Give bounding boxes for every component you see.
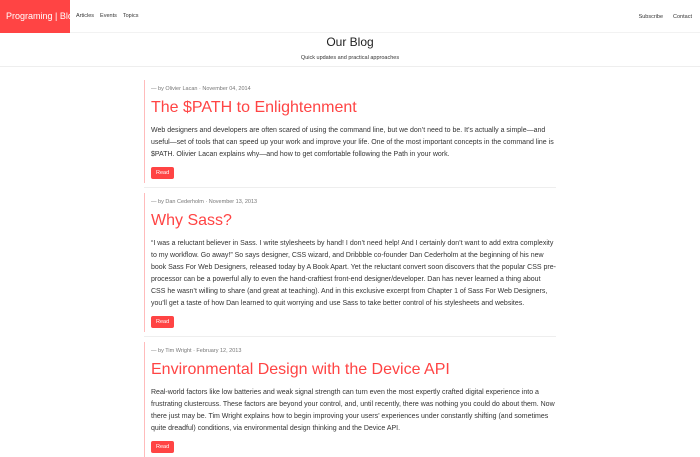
post-title[interactable]: Environmental Design with the Device API [151,361,556,379]
post-meta: — by Olivier Lacan · November 04, 2014 [151,86,251,92]
nav-articles[interactable]: Articles [76,13,94,19]
post-title[interactable]: The $PATH to Enlightenment [151,99,556,117]
page-header: Our Blog Quick updates and practical app… [0,33,700,67]
read-button[interactable]: Read [151,316,175,328]
brand-logo[interactable]: Programing | Blog [0,0,78,33]
post-item: — by Dan Cederholm · November 13, 2013 W… [144,187,556,332]
nav-subscribe[interactable]: Subscribe [639,14,663,20]
navbar: Programing | Blog Articles Events Topics… [0,0,700,33]
post-excerpt: Real-world factors like low batteries an… [151,389,555,432]
read-button[interactable]: Read [151,441,175,453]
nav-topics[interactable]: Topics [123,13,139,19]
page-subtitle: Quick updates and practical approaches [300,55,400,61]
nav-contact[interactable]: Contact [673,14,692,20]
post-excerpt: “I was a reluctant believer in Sass. I w… [151,240,556,307]
post-meta: — by Tim Wright · February 12, 2013 [151,348,242,354]
nav-events[interactable]: Events [100,13,117,19]
page-title: Our Blog [326,35,374,49]
post-title[interactable]: Why Sass? [151,212,556,230]
post-excerpt: Web designers and developers are often s… [151,127,554,158]
post-item: — by Olivier Lacan · November 04, 2014 T… [144,80,556,183]
post-list: — by Olivier Lacan · November 04, 2014 T… [144,80,556,457]
read-button[interactable]: Read [151,167,175,179]
post-meta: — by Dan Cederholm · November 13, 2013 [151,199,258,205]
